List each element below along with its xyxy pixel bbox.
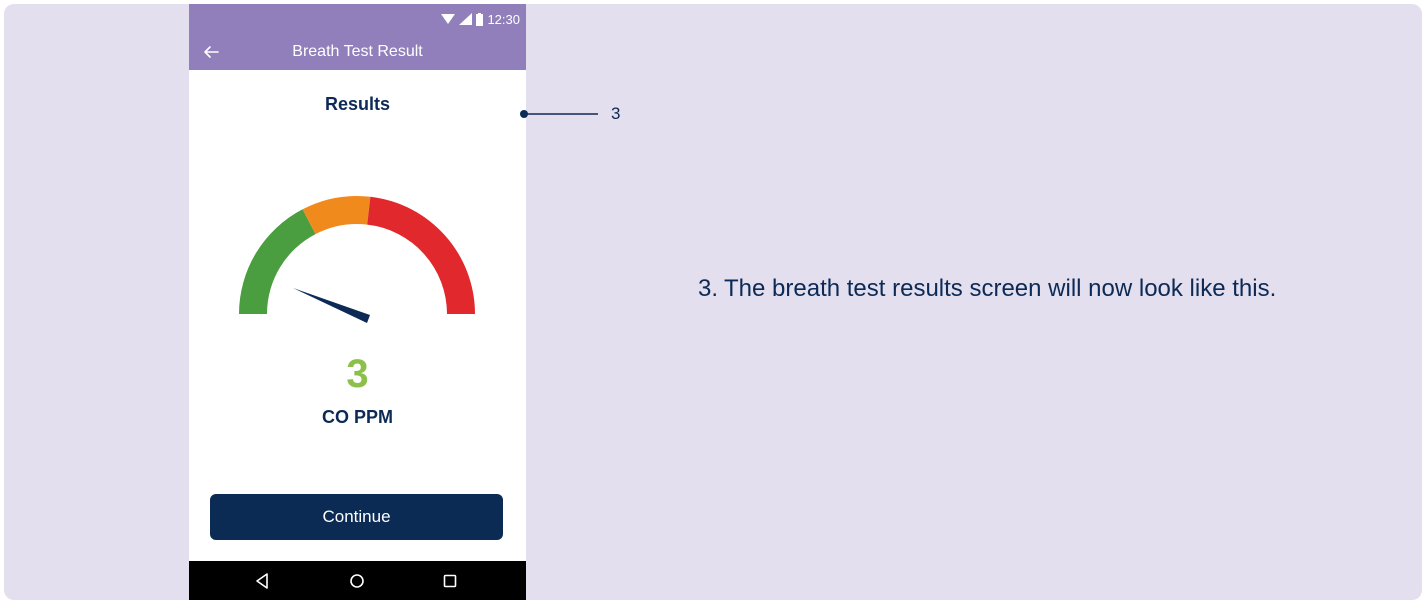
step-text: The breath test results screen will now …: [724, 275, 1277, 302]
co-reading-unit: CO PPM: [321, 407, 393, 427]
status-bar: 12:30: [189, 4, 526, 34]
app-bar: Breath Test Result: [189, 34, 526, 70]
step-number: 3.: [698, 275, 719, 302]
recents-square-icon[interactable]: [438, 569, 462, 593]
back-triangle-icon[interactable]: [251, 569, 275, 593]
instruction-step: 3. The breath test results screen will n…: [698, 272, 1378, 306]
co-gauge: [239, 196, 475, 323]
continue-button[interactable]: Continue: [210, 494, 503, 540]
results-heading: Results: [324, 94, 391, 114]
status-time: 12:30: [487, 11, 520, 27]
android-nav-bar: [189, 561, 526, 600]
gauge-zone-red: [367, 196, 475, 314]
status-icons: 12:30: [441, 11, 520, 27]
callout-pointer: [520, 110, 598, 118]
gauge-zone-green: [239, 209, 316, 314]
battery-icon: [476, 12, 484, 26]
gauge-needle: [293, 288, 370, 323]
phone-screen: 12:30 Breath Test Result Results 3 CO PP…: [189, 4, 526, 600]
screen-title: Breath Test Result: [292, 43, 423, 60]
callout-number: 3: [611, 104, 621, 123]
gauge-zone-orange: [302, 196, 371, 235]
wifi-icon: [441, 14, 456, 24]
home-circle-icon[interactable]: [345, 569, 369, 593]
co-reading-value: 3: [346, 352, 369, 396]
tutorial-panel: 12:30 Breath Test Result Results 3 CO PP…: [4, 4, 1422, 600]
signal-icon: [459, 13, 473, 25]
